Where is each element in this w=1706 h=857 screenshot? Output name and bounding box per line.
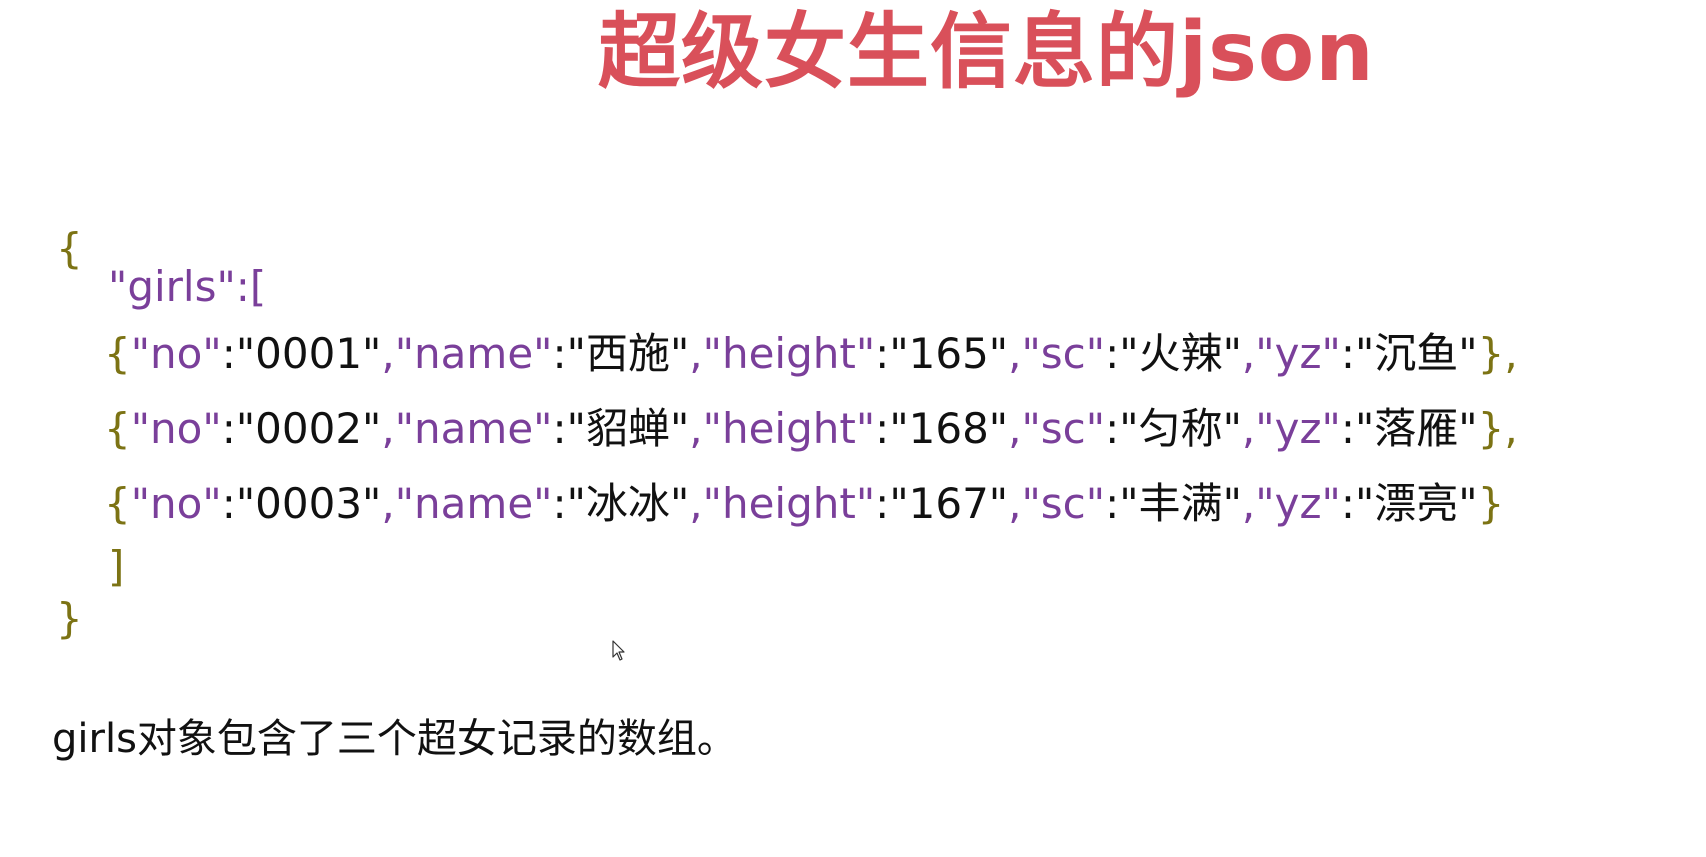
record-value-sc: "匀称": [1119, 404, 1242, 453]
record-colon: :: [875, 329, 890, 378]
json-open-brace: {: [56, 224, 83, 273]
record-value-no: "0002": [235, 404, 382, 453]
record-value-height: "167": [889, 479, 1009, 528]
record-close-brace: }: [1477, 479, 1505, 528]
record-value-no: "0001": [235, 329, 382, 378]
json-record-row: {"no":"0001","name":"西施","height":"165",…: [104, 333, 1518, 375]
record-value-no: "0003": [235, 479, 382, 528]
record-key-sc: "sc": [1021, 329, 1106, 378]
record-key-no: "no": [130, 404, 222, 453]
record-colon: :: [1340, 404, 1355, 453]
record-value-name: "貂蝉": [566, 404, 690, 453]
record-colon: :: [552, 329, 567, 378]
record-key-height: "height": [702, 479, 876, 528]
record-separator: ,: [689, 404, 703, 453]
record-colon: :: [1105, 329, 1120, 378]
record-open-brace: {: [104, 404, 131, 453]
record-key-height: "height": [702, 404, 876, 453]
record-key-sc: "sc": [1021, 479, 1106, 528]
record-key-no: "no": [130, 479, 222, 528]
record-value-yz: "落雁": [1354, 404, 1478, 453]
json-girls-key: "girls":[: [108, 262, 267, 311]
record-colon: :: [1340, 479, 1355, 528]
record-key-yz: "yz": [1255, 404, 1341, 453]
record-key-yz: "yz": [1255, 329, 1341, 378]
record-separator: ,: [1241, 404, 1256, 453]
json-record-row: {"no":"0003","name":"冰冰","height":"167",…: [104, 483, 1504, 525]
record-value-height: "168": [889, 404, 1009, 453]
mouse-pointer-icon: [612, 640, 625, 661]
record-separator: ,: [1008, 404, 1022, 453]
record-key-height: "height": [702, 329, 876, 378]
page-title: 超级女生信息的json: [598, 5, 1375, 100]
record-key-no: "no": [130, 329, 222, 378]
record-colon: :: [221, 479, 236, 528]
record-open-brace: {: [104, 329, 131, 378]
record-separator: ,: [689, 479, 703, 528]
json-close-brace: }: [56, 594, 83, 643]
record-value-yz: "漂亮": [1354, 479, 1478, 528]
record-key-name: "name": [394, 329, 553, 378]
record-key-name: "name": [394, 479, 553, 528]
record-colon: :: [1340, 329, 1355, 378]
record-value-name: "西施": [566, 329, 690, 378]
record-separator: ,: [381, 479, 395, 528]
record-value-sc: "丰满": [1119, 479, 1242, 528]
record-separator: ,: [1241, 479, 1256, 528]
record-key-yz: "yz": [1255, 479, 1341, 528]
record-key-name: "name": [394, 404, 553, 453]
record-colon: :: [875, 404, 890, 453]
record-separator: ,: [1008, 479, 1022, 528]
record-value-yz: "沉鱼": [1354, 329, 1478, 378]
record-colon: :: [552, 404, 567, 453]
record-key-sc: "sc": [1021, 404, 1106, 453]
record-colon: :: [221, 329, 236, 378]
record-close-brace: },: [1477, 404, 1518, 453]
record-open-brace: {: [104, 479, 131, 528]
record-value-height: "165": [889, 329, 1009, 378]
record-colon: :: [1105, 404, 1120, 453]
record-separator: ,: [381, 404, 395, 453]
record-value-sc: "火辣": [1119, 329, 1242, 378]
record-separator: ,: [1008, 329, 1022, 378]
record-colon: :: [1105, 479, 1120, 528]
record-separator: ,: [1241, 329, 1256, 378]
caption-text: girls对象包含了三个超女记录的数组。: [52, 716, 737, 762]
record-separator: ,: [689, 329, 703, 378]
record-colon: :: [552, 479, 567, 528]
record-colon: :: [875, 479, 890, 528]
json-record-row: {"no":"0002","name":"貂蝉","height":"168",…: [104, 408, 1518, 450]
record-close-brace: },: [1477, 329, 1518, 378]
json-close-bracket: ]: [108, 542, 125, 591]
record-colon: :: [221, 404, 236, 453]
record-separator: ,: [381, 329, 395, 378]
record-value-name: "冰冰": [566, 479, 690, 528]
